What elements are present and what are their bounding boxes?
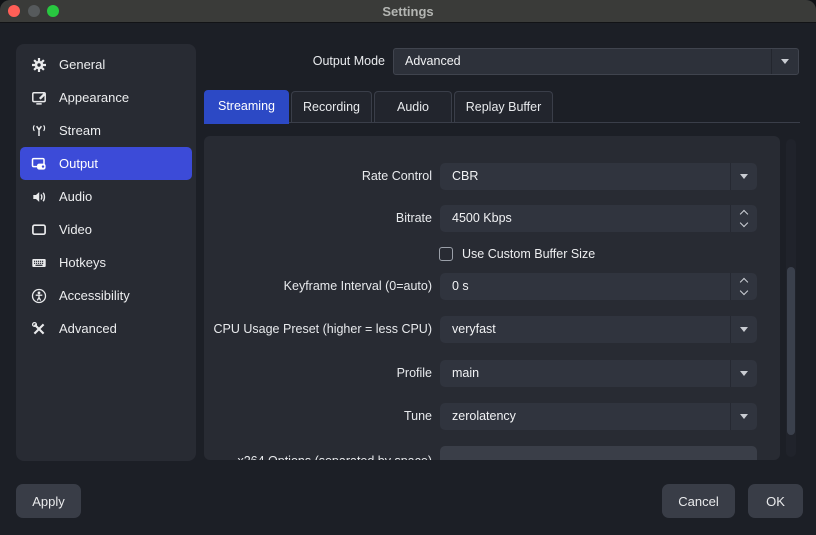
profile-label: Profile — [396, 366, 432, 380]
sidebar-item-label: Video — [59, 222, 93, 237]
sidebar-item-output[interactable]: Output — [20, 147, 192, 180]
titlebar: Settings — [0, 0, 816, 23]
bitrate-value: 4500 Kbps — [452, 211, 512, 225]
window-title: Settings — [382, 4, 434, 19]
accessibility-icon — [30, 288, 47, 304]
sidebar-item-label: Accessibility — [59, 288, 130, 303]
cpu-preset-label: CPU Usage Preset (higher = less CPU) — [213, 322, 432, 336]
antenna-icon — [30, 123, 47, 139]
sidebar-item-label: Output — [59, 156, 99, 171]
settings-window: Settings General Appearance Stream Outpu… — [0, 0, 816, 535]
sidebar-item-label: Advanced — [59, 321, 117, 336]
sidebar-item-label: Stream — [59, 123, 101, 138]
sidebar-item-label: General — [59, 57, 106, 72]
tab-audio[interactable]: Audio — [374, 91, 452, 122]
use-custom-buffer-checkbox[interactable] — [439, 247, 453, 261]
bitrate-spinner[interactable]: 4500 Kbps — [440, 205, 757, 232]
sidebar-item-accessibility[interactable]: Accessibility — [20, 279, 192, 312]
output-mode-value: Advanced — [405, 54, 461, 68]
x264-options-input[interactable] — [440, 446, 757, 460]
keyboard-icon — [30, 255, 47, 271]
bitrate-label: Bitrate — [395, 211, 432, 225]
use-custom-buffer-label: Use Custom Buffer Size — [462, 247, 596, 261]
rate-control-value: CBR — [452, 169, 479, 183]
chevron-down-icon — [730, 163, 757, 190]
output-mode-select[interactable]: Advanced — [393, 48, 799, 75]
rate-control-select[interactable]: CBR — [440, 163, 757, 190]
chevron-down-icon — [771, 49, 798, 74]
chevron-down-icon — [730, 403, 757, 430]
spinner-arrows-icon[interactable] — [730, 205, 757, 232]
display-edit-icon — [30, 90, 47, 106]
sidebar-item-stream[interactable]: Stream — [20, 114, 192, 147]
sidebar-item-advanced[interactable]: Advanced — [20, 312, 192, 345]
chevron-down-icon — [730, 316, 757, 343]
sidebar-item-audio[interactable]: Audio — [20, 180, 192, 213]
profile-value: main — [452, 366, 480, 380]
sidebar-item-appearance[interactable]: Appearance — [20, 81, 192, 114]
tab-recording[interactable]: Recording — [291, 91, 372, 122]
tab-replay-buffer[interactable]: Replay Buffer — [454, 91, 553, 122]
streaming-settings-pane: Rate Control CBR Bitrate 4500 Kbps Use C… — [204, 136, 780, 460]
ok-button[interactable]: OK — [748, 484, 803, 518]
speaker-icon — [30, 189, 47, 205]
output-mode-label: Output Mode — [312, 54, 385, 68]
display-camera-icon — [30, 156, 47, 172]
sidebar-item-general[interactable]: General — [20, 48, 192, 81]
spinner-arrows-icon[interactable] — [730, 273, 757, 300]
tune-label: Tune — [403, 409, 432, 423]
cpu-preset-value: veryfast — [452, 322, 496, 336]
apply-button[interactable]: Apply — [16, 484, 81, 518]
keyframe-interval-value: 0 s — [452, 279, 469, 293]
chevron-down-icon — [730, 360, 757, 387]
tune-value: zerolatency — [452, 409, 516, 423]
pane-scrollbar[interactable] — [786, 139, 796, 457]
sidebar-item-label: Audio — [59, 189, 93, 204]
profile-select[interactable]: main — [440, 360, 757, 387]
sidebar-item-video[interactable]: Video — [20, 213, 192, 246]
settings-sidebar: General Appearance Stream Output Audio V… — [16, 44, 196, 461]
sidebar-item-label: Hotkeys — [59, 255, 106, 270]
scrollbar-thumb[interactable] — [787, 267, 795, 435]
tools-icon — [30, 321, 47, 337]
cpu-preset-select[interactable]: veryfast — [440, 316, 757, 343]
gear-icon — [30, 57, 47, 73]
sidebar-item-label: Appearance — [59, 90, 130, 105]
rate-control-label: Rate Control — [361, 169, 432, 183]
keyframe-interval-label: Keyframe Interval (0=auto) — [283, 279, 432, 293]
x264-options-label: x264 Options (separated by space) — [204, 448, 432, 460]
cancel-button[interactable]: Cancel — [662, 484, 735, 518]
tab-streaming[interactable]: Streaming — [204, 90, 289, 124]
sidebar-item-hotkeys[interactable]: Hotkeys — [20, 246, 192, 279]
display-icon — [30, 222, 47, 238]
keyframe-interval-spinner[interactable]: 0 s — [440, 273, 757, 300]
tune-select[interactable]: zerolatency — [440, 403, 757, 430]
